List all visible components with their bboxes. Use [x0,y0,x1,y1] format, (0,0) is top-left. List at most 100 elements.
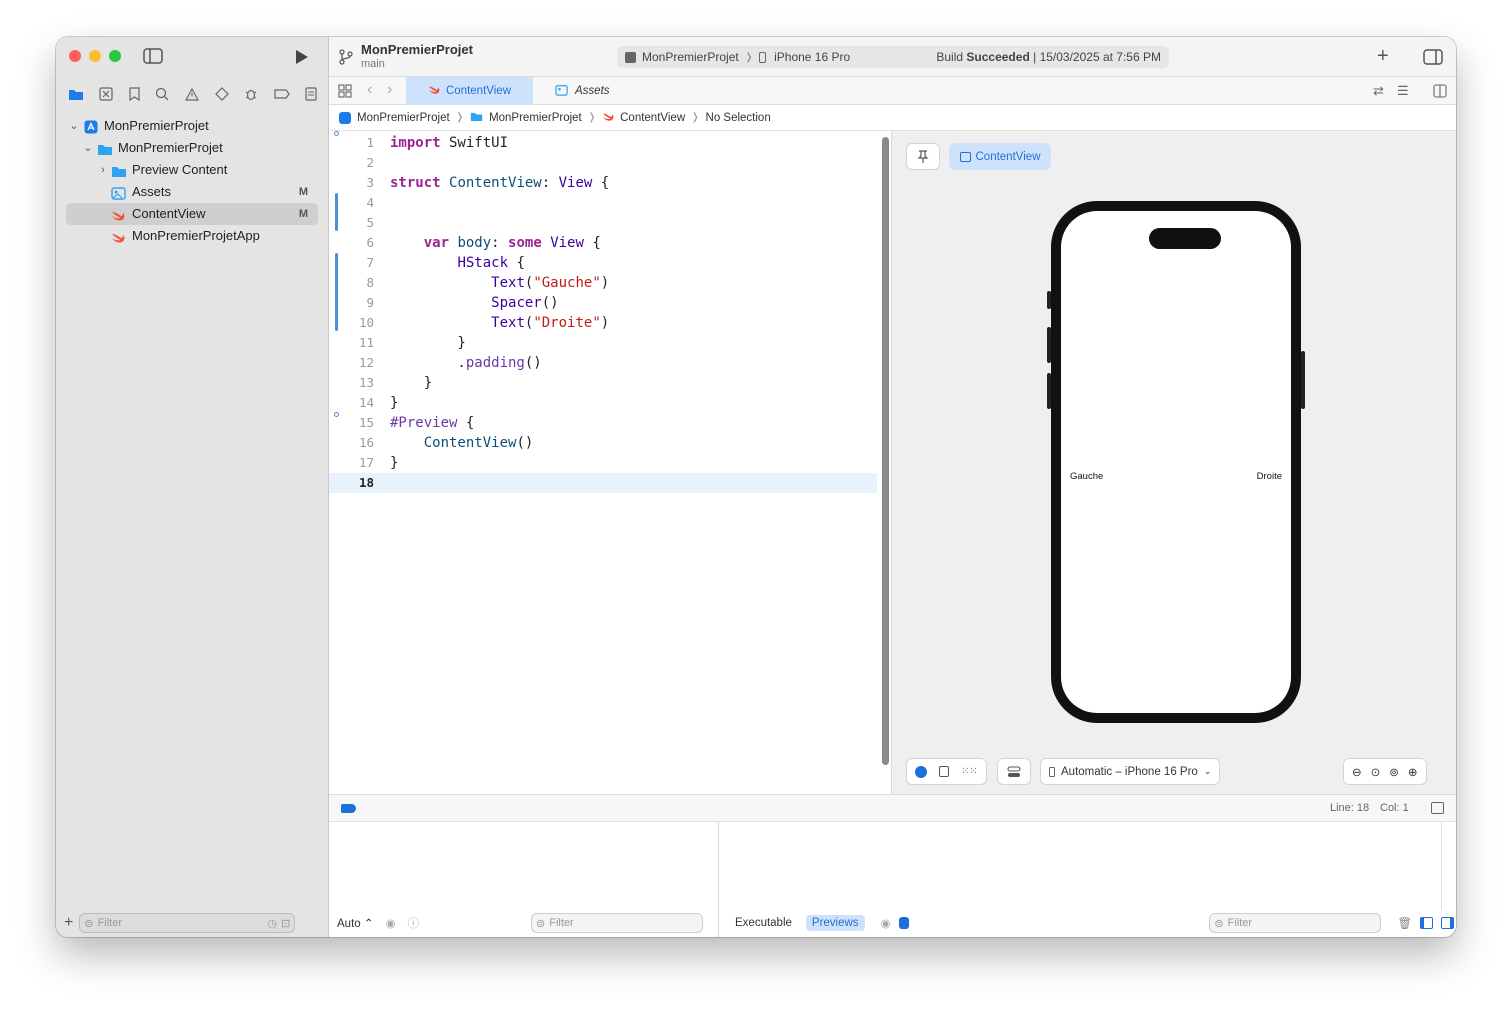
tree-item-contentview[interactable]: ContentView M [66,203,318,225]
canvas-settings-button[interactable] [997,758,1031,785]
console-filter-field[interactable]: ⊜ Filter [1209,913,1382,933]
device-selector[interactable]: Automatic – iPhone 16 Pro ⌄ [1040,758,1221,785]
line-number: 12 [358,355,374,370]
eye-icon[interactable]: ◉ [881,916,891,930]
zoom-fit-icon[interactable]: ⊚ [1389,765,1399,779]
recent-icon[interactable]: ◷ [268,917,278,930]
chevron-right-icon: ❭ [455,112,465,123]
debug-icon[interactable] [244,87,258,101]
bookmark-icon[interactable] [129,87,140,101]
tree-item-assets[interactable]: Assets M [66,181,318,203]
auto-selector[interactable]: Auto ⌃ [337,916,374,930]
destination-selector[interactable]: iPhone 16 Pro [774,50,850,64]
swift-icon [428,84,440,98]
line-number: 3 [366,175,374,190]
variants-icon[interactable]: ⁙⁙ [961,766,978,777]
code-line: 9 Spacer() [329,293,877,313]
navigator-filter-field[interactable]: ⊜ Filter ◷ ⊡ [79,913,296,933]
tab-assets[interactable]: Assets [543,77,629,105]
source-control-icon[interactable] [99,87,113,101]
forward-icon[interactable]: › [387,81,392,99]
add-icon[interactable]: + [1377,45,1389,68]
code-line: 1 import SwiftUI [329,133,877,153]
tree-item-app[interactable]: MonPremierProjetApp [66,225,318,247]
app-icon [625,51,636,63]
executable-tab[interactable]: Executable [729,915,798,931]
add-icon[interactable]: + [64,914,73,932]
variables-view-icon[interactable] [1420,917,1433,929]
assets-icon [555,84,569,99]
breakpoint-icon[interactable] [273,89,290,99]
tree-item-label: MonPremierProjet [118,140,223,155]
close-button[interactable] [69,50,81,62]
settings-icon [1007,765,1021,777]
sidebar-toggle-icon[interactable] [142,47,164,65]
selectable-icon[interactable] [939,766,949,777]
report-icon[interactable] [305,87,317,101]
build-status-prefix: Build [936,50,967,64]
tree-item-preview-content[interactable]: › Preview Content [66,159,318,181]
chevron-down-icon[interactable]: ⌄ [68,115,80,137]
code-line: 11 } [329,333,877,353]
line-number: 5 [366,215,374,230]
eye-icon[interactable]: ◉ [386,916,396,930]
line-number: 11 [358,335,374,350]
editor-options-icon[interactable]: ☰ [1397,83,1409,99]
editor-scrollbar[interactable] [882,137,889,765]
breakpoints-toggle-icon[interactable] [341,804,356,813]
zoom-button[interactable] [109,50,121,62]
tree-item-label: Preview Content [132,162,228,177]
line-number: 10 [358,315,374,330]
related-items-icon[interactable]: ⇄ [1373,83,1384,99]
variables-filter-field[interactable]: ⊜ Filter [531,913,704,933]
line-number: 1 [366,135,374,150]
preview-text-right: Droite [1256,471,1282,482]
back-icon[interactable]: ‹ [367,81,372,99]
tree-item-group[interactable]: ⌄ MonPremierProjet [66,137,318,159]
filter-icon: ⊜ [84,917,94,930]
split-editor-icon[interactable] [1433,84,1447,101]
swift-icon [602,111,614,125]
live-preview-icon[interactable] [915,765,927,778]
zoom-in-icon[interactable]: ⊕ [1408,765,1418,779]
tree-item-project[interactable]: ⌄ MonPremierProjet [66,115,318,137]
info-icon[interactable]: ⓘ [408,915,420,931]
scm-filter-icon[interactable]: ⊡ [281,917,290,930]
action-button [1047,291,1051,309]
breadcrumb-selection[interactable]: No Selection [706,112,771,124]
breadcrumb-project[interactable]: MonPremierProjet [357,112,450,124]
preview-contentview-button[interactable]: ContentView [949,143,1051,170]
iphone-preview[interactable]: Gauche Droite [1047,201,1305,723]
console-view-icon[interactable] [1441,917,1454,929]
test-icon[interactable] [214,87,229,101]
inspector-toggle-icon[interactable] [1423,49,1443,68]
debug-area-toggle-icon[interactable] [1431,802,1444,814]
source-editor[interactable]: 1 import SwiftUI 2 3 struct ContentView: V… [329,131,877,794]
activity-status: MonPremierProjet ❭ iPhone 16 Pro Build S… [617,46,1169,68]
warning-icon[interactable] [184,87,199,101]
line-indicator: Line: 18 [1330,802,1370,814]
minimize-button[interactable] [89,50,101,62]
trash-icon[interactable]: 🗑 [1397,916,1412,930]
previews-tab[interactable]: Previews [805,915,865,931]
console-scrollbar[interactable] [1441,822,1442,910]
zoom-out-icon[interactable]: ⊖ [1352,765,1362,779]
grid-icon[interactable] [338,84,352,101]
side-button [1301,351,1305,409]
run-button[interactable] [292,47,312,67]
zoom-actual-icon[interactable]: ⊙ [1371,765,1381,779]
chevron-down-icon[interactable]: ⌄ [82,137,94,159]
tab-contentview[interactable]: ContentView [406,77,533,105]
project-title[interactable]: MonPremierProjet main [361,42,473,70]
debug-split-divider[interactable] [718,822,719,937]
chevron-right-icon[interactable]: › [97,159,109,181]
code-line: 12 .padding() [329,353,877,373]
scheme-selector[interactable]: MonPremierProjet [642,50,739,64]
search-icon[interactable] [155,87,169,101]
breadcrumb-group[interactable]: MonPremierProjet [489,112,582,124]
folder-icon[interactable] [68,88,84,101]
breadcrumb-file[interactable]: ContentView [620,112,685,124]
code-line: 2 [329,153,877,173]
toggle-icon[interactable] [898,917,909,929]
pin-button[interactable] [906,143,940,170]
